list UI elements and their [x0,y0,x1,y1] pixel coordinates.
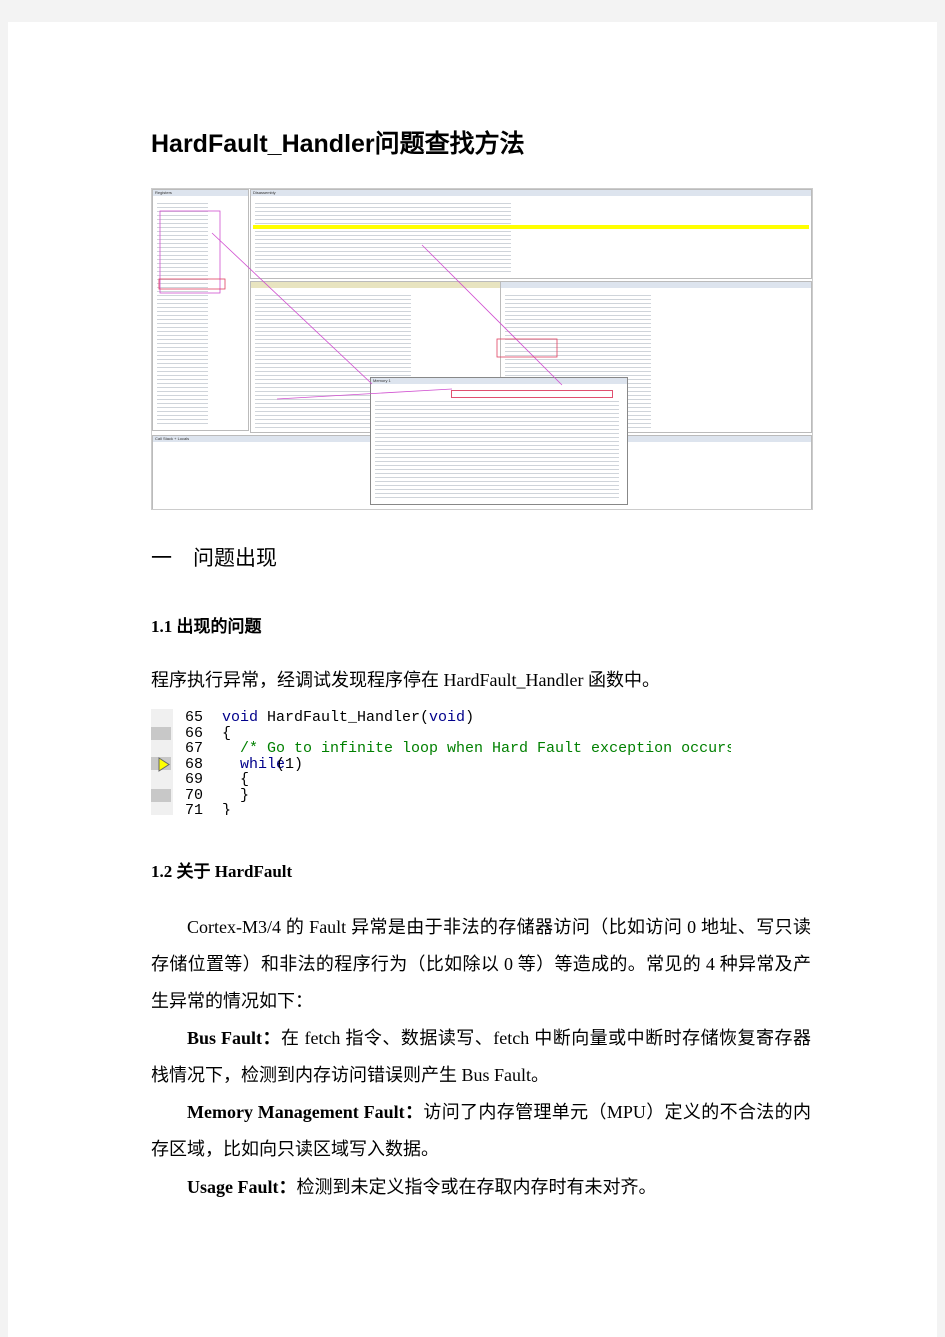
debugger-screenshot: Registers Disassembly Call Stack + Local… [151,188,813,510]
line-number: 70 [185,786,204,804]
fault-item: Bus Fault：在 fetch 指令、数据读写、fetch 中断向量或中断时… [151,1020,811,1094]
breakpoint-marker[interactable] [151,788,171,802]
code-text: { [222,771,250,788]
code-text: ) [465,709,475,726]
page-title: HardFault_Handler问题查找方法 [151,130,525,158]
code-snippet: 65 void HardFault_Handler(void) 66 { 67 /*… [151,709,731,815]
fault-term: Usage Fault： [187,1177,297,1197]
paragraph: 程序执行异常，经调试发现程序停在 HardFault_Handler 函数中。 [151,670,660,690]
breakpoint-marker[interactable] [151,726,171,740]
code-comment: /* Go to infinite loop when Hard Fault e… [222,740,731,757]
line-number: 66 [185,724,204,742]
fault-item: Usage Fault：检测到未定义指令或在存取内存时有未对齐。 [151,1169,811,1206]
code-text: { [222,724,232,742]
fault-term: Memory Management Fault： [187,1102,424,1122]
subsection-heading: 1.1 出现的问题 [151,617,262,636]
fault-item: Memory Management Fault：访问了内存管理单元（MPU）定义… [151,1094,811,1168]
line-number: 71 [185,802,204,815]
paragraph: Cortex-M3/4 的 Fault 异常是由于非法的存储器访问（比如访问 0… [151,917,811,1011]
code-text: HardFault_Handler( [258,709,430,726]
code-text: } [222,802,232,815]
document-page: HardFault_Handler问题查找方法 Registers Disass… [8,22,937,1337]
subsection-heading: 1.2 关于 HardFault [151,862,293,881]
current-line-arrow-icon [158,756,170,772]
line-number: 65 [185,709,204,726]
line-number: 68 [185,755,204,773]
code-text: } [222,786,250,804]
section-heading: 一 问题出现 [151,546,277,570]
line-number: 69 [185,771,204,788]
annotation-arrows [158,210,563,400]
fault-desc: 检测到未定义指令或在存取内存时有未对齐。 [296,1177,657,1197]
fault-term: Bus Fault： [187,1028,281,1048]
code-text: (1) [267,755,304,773]
line-number: 67 [185,740,204,757]
code-keyword: void [429,709,466,726]
code-keyword: void [222,709,259,726]
